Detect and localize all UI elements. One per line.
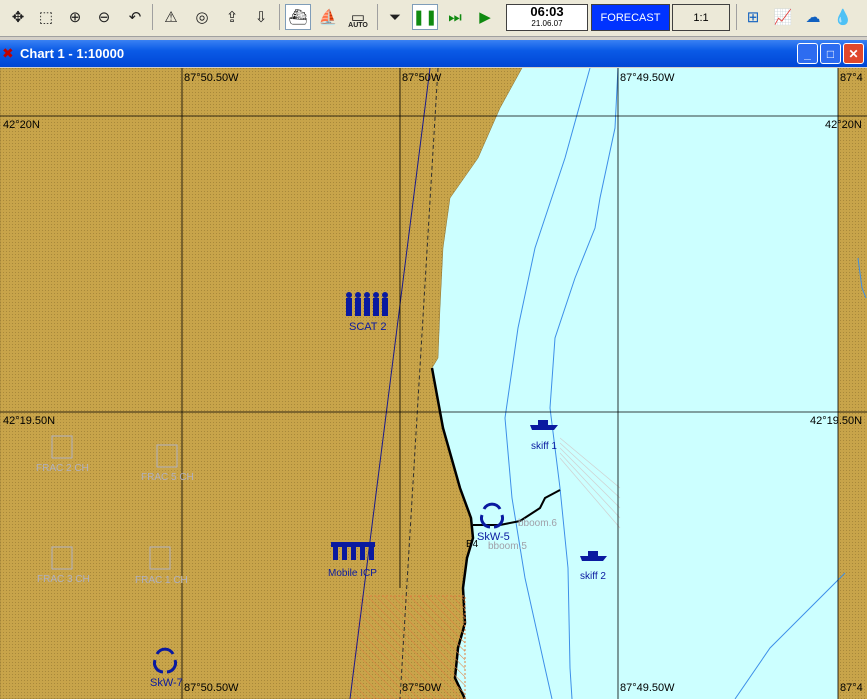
- mobile-icp-label: Mobile ICP: [328, 568, 377, 579]
- target-icon[interactable]: ◎: [189, 4, 215, 30]
- zoom-out-icon[interactable]: ⊖: [91, 4, 117, 30]
- play-icon[interactable]: ▶: [472, 4, 498, 30]
- spill-icon[interactable]: 💧: [830, 4, 856, 30]
- frac-3-label: FRAC 3 CH: [37, 574, 90, 585]
- minimize-button[interactable]: _: [797, 43, 818, 64]
- lat-label-left-2: 42°19.50N: [3, 415, 55, 427]
- lon-label-top-2: 87°50W: [402, 72, 442, 84]
- undo-view-icon[interactable]: ↶: [122, 4, 148, 30]
- frac-2-label: FRAC 2 CH: [36, 463, 89, 474]
- window-title-bar[interactable]: ✖ Chart 1 - 1:10000 _ □ ✕: [0, 40, 867, 67]
- pan-icon[interactable]: ✥: [5, 4, 31, 30]
- lat-label-right-2: 42°19.50N: [810, 415, 862, 427]
- skimmer-5-label: SkW-5: [477, 531, 510, 543]
- lon-label-top-4: 87°4: [840, 72, 863, 84]
- boom-6-label: bboom.6: [518, 518, 557, 529]
- scat-label: SCAT 2: [349, 321, 387, 333]
- zoom-window-icon[interactable]: ⬚: [33, 4, 59, 30]
- zoom-in-icon[interactable]: ⊕: [62, 4, 88, 30]
- lat-label-right-1: 42°20N: [825, 119, 862, 131]
- skiff-2-label: skiff 2: [580, 571, 606, 582]
- lon-label-top-1: 87°50.50W: [184, 72, 239, 84]
- export-icon[interactable]: ⇪: [219, 4, 245, 30]
- auto-ship-icon[interactable]: ▭ AUTO: [345, 4, 371, 30]
- skiff-1-label: skiff 1: [531, 441, 557, 452]
- time-display: 06:03: [530, 4, 564, 19]
- chart-map[interactable]: 87°50.50W 87°50W 87°49.50W 87°4 87°50.50…: [0, 68, 867, 699]
- lon-label-bottom-2: 87°50W: [402, 682, 442, 694]
- fast-forward-icon[interactable]: ⏭: [442, 4, 468, 30]
- lon-label-bottom-1: 87°50.50W: [184, 682, 239, 694]
- frac-1-label: FRAC 1 CH: [135, 575, 188, 586]
- weather-icon[interactable]: ☁: [800, 4, 826, 30]
- toolbar: ✥ ⬚ ⊕ ⊖ ↶ ⚠ ◎ ⇪ ⇩ ⛴ ⛵ ▭ AUTO ⏷ ❚❚ ⏭ ▶ 06:…: [0, 0, 867, 37]
- lon-label-top-3: 87°49.50W: [620, 72, 675, 84]
- clock-display: 06:03 21.06.07: [506, 4, 588, 31]
- auto-label: AUTO: [348, 22, 368, 29]
- ship-icon[interactable]: ⛵: [315, 4, 341, 30]
- grid-icon[interactable]: ⊞: [740, 4, 766, 30]
- lon-label-bottom-3: 87°49.50W: [620, 682, 675, 694]
- import-icon[interactable]: ⇩: [248, 4, 274, 30]
- frac-5-label: FRAC 5 CH: [141, 472, 194, 483]
- chart-window-icon: ✖: [2, 45, 14, 61]
- lon-label-bottom-4: 87°4: [840, 682, 863, 694]
- skimmer-7-label: SkW-7: [150, 677, 183, 689]
- download-icon[interactable]: ⏷: [382, 4, 408, 30]
- forecast-button[interactable]: FORECAST: [591, 4, 670, 31]
- vessel-view-icon[interactable]: ⛴: [285, 4, 311, 30]
- date-display: 21.06.07: [531, 19, 563, 28]
- chart-icon[interactable]: 📈: [770, 4, 796, 30]
- compass-icon[interactable]: ⚠: [158, 4, 184, 30]
- window-title: Chart 1 - 1:10000: [20, 46, 125, 61]
- land-area-east: [838, 68, 867, 699]
- pause-icon[interactable]: ❚❚: [412, 4, 438, 30]
- close-button[interactable]: ✕: [843, 43, 864, 64]
- scale-button[interactable]: 1:1: [672, 4, 730, 31]
- lat-label-left-1: 42°20N: [3, 119, 40, 131]
- maximize-button[interactable]: □: [820, 43, 841, 64]
